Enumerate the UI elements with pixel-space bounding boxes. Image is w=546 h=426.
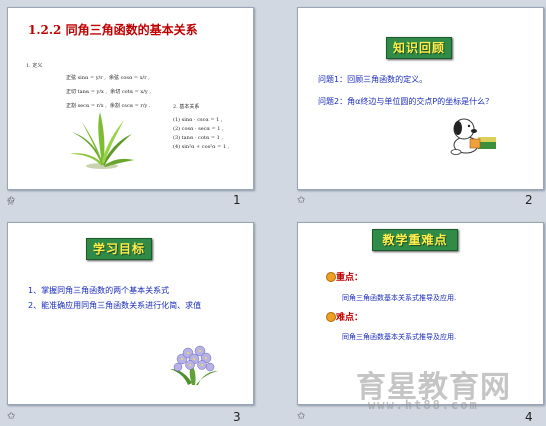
watermark-url: www.ht88.com [368,398,479,412]
slide-3-badge: 学习目标 [86,238,152,260]
plant-image [70,112,134,169]
bullet-icon [326,312,336,322]
slide-3-number: 3 [233,410,241,424]
slide-2-number: 2 [525,193,533,207]
key-point-text: 同角三角函数基本关系式推导及应用. [342,294,457,302]
violet-flowers-image [170,345,218,385]
snoopy-reading-image [450,118,496,155]
slide-1-title: 1.2.2 同角三角函数的基本关系 [28,23,198,37]
slide-3-thumbnail[interactable]: 学习目标 1、掌握同角三角函数的两个基本关系式 2、能准确应用同角三角函数关系进… [7,222,254,405]
section-relations-label: 2. 基本关系 [173,104,200,110]
bullet-icon [326,272,336,282]
slide-2-badge: 知识回顾 [386,37,452,59]
slide-2-thumbnail[interactable]: 知识回顾 问题1：回顾三角函数的定义。 问题2：角α终边与单位圆的交点P的坐标是… [297,7,544,190]
star-transition-icon[interactable]: ✩ [7,195,15,206]
relation-line: (4) sin²α + cos²α = 1 , [173,144,230,150]
key-point-label: 重点： [336,273,364,283]
slide-3-line: 1、掌握同角三角函数的两个基本关系式 [28,286,170,295]
slide-2-line: 问题2：角α终边与单位圆的交点P的坐标是什么？ [318,97,494,106]
star-transition-icon[interactable]: ✩ [297,195,305,206]
definition-row: 正弦 sinα = y/r , 余弦 cosα = x/r , [66,75,150,81]
star-transition-icon[interactable]: ✩ [297,411,305,422]
relation-line: (2) cosα · secα = 1 , [173,126,224,132]
section-definition-label: 1. 定义 [26,63,43,69]
difficult-point-text: 同角三角函数基本关系式推导及应用. [342,333,457,341]
relation-line: (1) sinα · cscα = 1 , [173,117,223,123]
definition-row: 正切 tanα = y/x , 余切 cotα = x/y , [66,89,151,95]
slide-1-number: 1 [233,193,241,207]
slide-1-thumbnail[interactable]: 1.2.2 同角三角函数的基本关系 1. 定义 正弦 sinα = y/r , … [6,7,254,208]
slide-4-number: 4 [525,410,533,424]
difficult-point-label: 难点： [336,313,364,323]
slide-4-badge: 教学重难点 [372,229,458,251]
relation-line: (3) tanα · cotα = 1 , [173,135,223,141]
star-transition-icon[interactable]: ✩ [7,411,15,422]
slide-2-line: 问题1：回顾三角函数的定义。 [318,75,428,84]
slide-3-line: 2、能准确应用同角三角函数关系进行化简、求值 [28,301,202,310]
